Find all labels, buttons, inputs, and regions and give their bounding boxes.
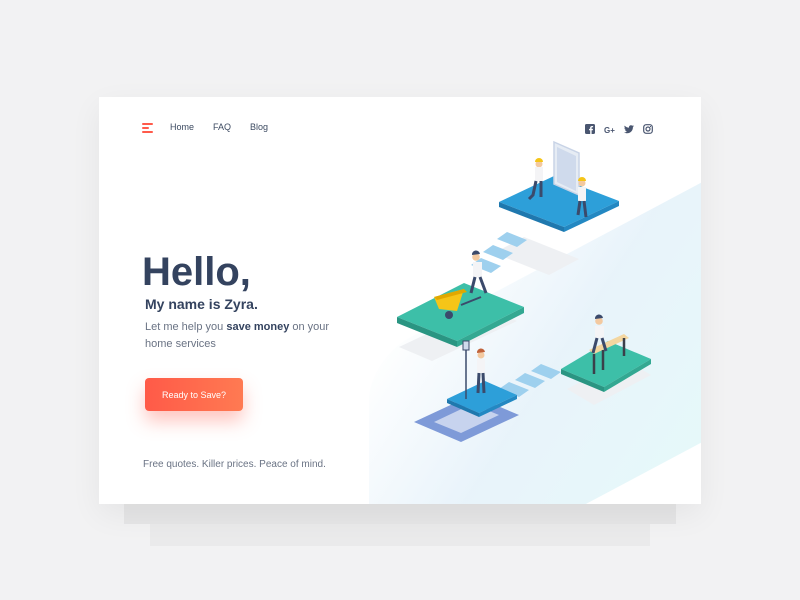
- google-plus-icon[interactable]: G+: [604, 126, 615, 135]
- desc-prefix: Let me help you: [145, 321, 227, 333]
- nav-faq-link[interactable]: FAQ: [213, 122, 231, 132]
- ready-to-save-button[interactable]: Ready to Save?: [145, 378, 243, 411]
- hero-card: Home FAQ Blog G+ Hello, My name is Zyra.…: [99, 97, 701, 504]
- hero-subtitle: My name is Zyra.: [145, 296, 258, 312]
- hamburger-menu-icon[interactable]: [142, 122, 154, 134]
- hero-description: Let me help you save money on your home …: [145, 319, 355, 353]
- tagline: Free quotes. Killer prices. Peace of min…: [143, 459, 326, 470]
- nav-blog-link[interactable]: Blog: [250, 122, 268, 132]
- desc-bold: save money: [226, 321, 290, 333]
- nav-home-link[interactable]: Home: [170, 122, 194, 132]
- window-install-platform: [499, 140, 619, 232]
- wheelbarrow-platform: [397, 250, 524, 347]
- hero-title: Hello,: [142, 250, 251, 294]
- isometric-illustration: [397, 140, 651, 442]
